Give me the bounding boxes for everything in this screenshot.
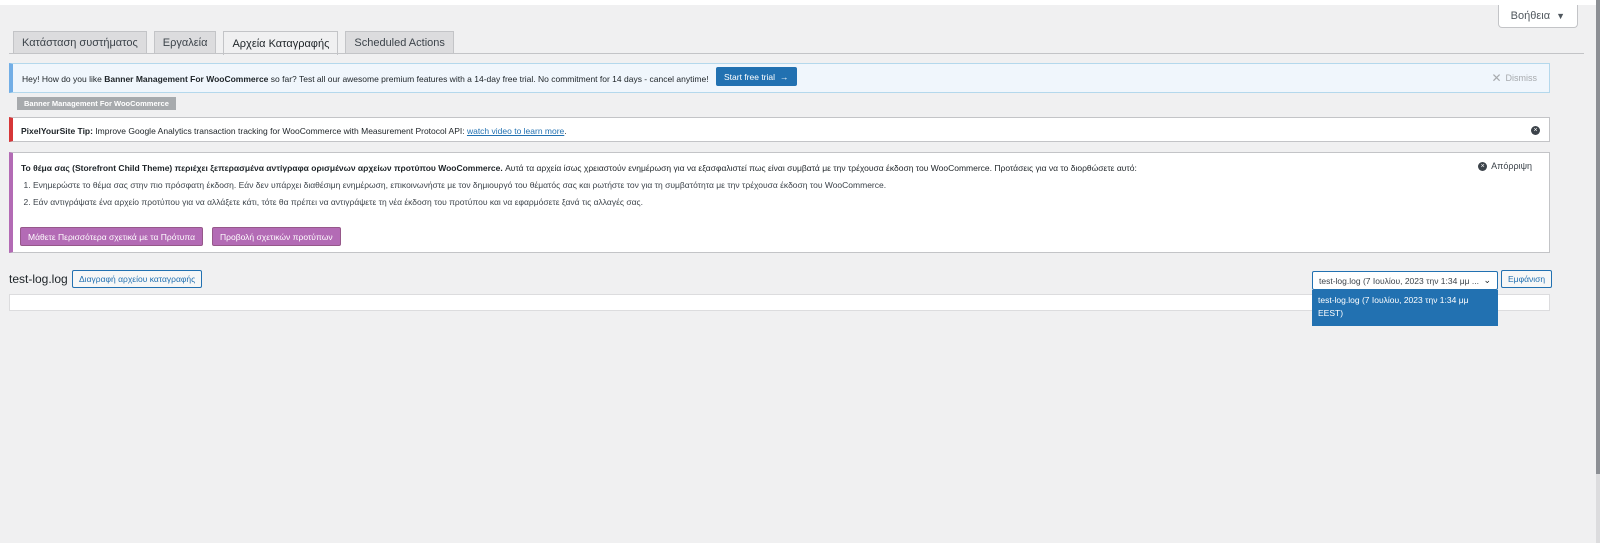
chevron-down-icon: ⌄ — [1483, 275, 1491, 285]
log-file-select[interactable]: test-log.log (7 Ιουλίου, 2023 την 1:34 μ… — [1312, 271, 1498, 290]
learn-more-templates-button[interactable]: Μάθετε Περισσότερα σχετικά με τα Πρότυπα — [20, 227, 203, 246]
close-icon: ✕ — [1491, 71, 1502, 85]
dropdown-option[interactable]: test-log.log (7 Ιουλίου, 2023 την 1:34 μ… — [1318, 294, 1492, 320]
list-item: Ενημερώστε το θέμα σας στην πιο πρόσφατη… — [33, 180, 886, 190]
tip-lead: PixelYourSite Tip: — [21, 126, 93, 136]
notice-bold: Το θέμα σας (Storefront Child Theme) περ… — [21, 163, 503, 173]
help-button[interactable]: Βοήθεια ▼ — [1497, 5, 1578, 28]
delete-log-button[interactable]: Διαγραφή αρχείου καταγραφής — [72, 270, 203, 288]
notice-text: Improve Google Analytics transaction tra… — [92, 126, 467, 136]
pixelyoursite-notice: PixelYourSite Tip: Improve Google Analyt… — [9, 117, 1550, 142]
theme-templates-notice: Το θέμα σας (Storefront Child Theme) περ… — [9, 152, 1550, 253]
view-log-button[interactable]: Εμφάνιση — [1501, 270, 1553, 288]
status-tabs: Κατάσταση συστήματος Εργαλεία Αρχεία Κατ… — [13, 31, 454, 55]
plugin-tag: Banner Management For WooCommerce — [17, 97, 176, 110]
pixel-notice-message: PixelYourSite Tip: Improve Google Analyt… — [21, 126, 567, 136]
dismiss-label: Dismiss — [1505, 73, 1538, 83]
close-icon[interactable]: × — [1531, 126, 1540, 135]
log-file-dropdown: test-log.log (7 Ιουλίου, 2023 την 1:34 μ… — [1312, 290, 1498, 326]
theme-notice-message: Το θέμα σας (Storefront Child Theme) περ… — [21, 163, 1137, 173]
help-label: Βοήθεια — [1510, 10, 1551, 22]
arrow-right-icon: → — [780, 71, 789, 82]
list-item: Εάν αντιγράψατε ένα αρχείο προτύπου για … — [33, 197, 886, 207]
banner-notice-message: Hey! How do you like Banner Management F… — [22, 74, 709, 84]
view-templates-button[interactable]: Προβολή σχετικών προτύπων — [212, 227, 341, 246]
tab-logs[interactable]: Αρχεία Καταγραφής — [223, 31, 339, 55]
select-value: test-log.log (7 Ιουλίου, 2023 την 1:34 μ… — [1319, 275, 1479, 286]
close-circle-icon: × — [1478, 161, 1488, 171]
trial-label: Start free trial — [724, 71, 776, 82]
ignore-label: Απόρριψη — [1491, 161, 1532, 171]
suggestion-list: Ενημερώστε το θέμα σας στην πιο πρόσφατη… — [21, 180, 886, 214]
notice-text: Hey! How do you like — [22, 74, 105, 84]
notice-text: so far? Test all our awesome premium fea… — [268, 74, 709, 84]
tabs-divider — [9, 53, 1584, 54]
tab-scheduled-actions[interactable]: Scheduled Actions — [345, 31, 454, 54]
caret-down-icon: ▼ — [1556, 11, 1565, 21]
ignore-link[interactable]: × Απόρριψη — [1478, 161, 1532, 171]
plugin-name: Banner Management For WooCommerce — [104, 74, 269, 84]
top-strip — [0, 0, 1600, 5]
page-scrollbar[interactable] — [1596, 0, 1600, 543]
tab-tools[interactable]: Εργαλεία — [153, 31, 217, 54]
banner-trial-notice: Hey! How do you like Banner Management F… — [9, 63, 1550, 93]
start-free-trial-button[interactable]: Start free trial → — [716, 67, 797, 86]
scrollbar-thumb[interactable] — [1596, 0, 1600, 474]
dismiss-link[interactable]: ✕ Dismiss — [1491, 71, 1537, 85]
log-file-title: test-log.log — [9, 272, 68, 286]
watch-video-link[interactable]: watch video to learn more — [467, 126, 564, 136]
notice-text: Αυτά τα αρχεία ίσως χρειαστούν ενημέρωση… — [502, 163, 1137, 173]
notice-text: . — [564, 126, 567, 136]
tab-system-status[interactable]: Κατάσταση συστήματος — [13, 31, 147, 54]
